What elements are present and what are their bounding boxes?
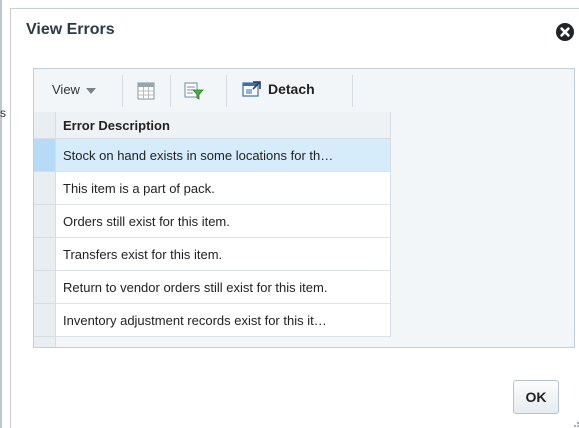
toolbar-separator [170,75,171,107]
resize-grip-icon[interactable] [571,417,579,428]
detach-label: Detach [268,81,315,97]
table-row[interactable]: Inventory adjustment records exist for t… [56,304,390,337]
view-errors-dialog: View Errors View Detach Error Descriptio… [10,8,579,428]
errors-table-area: Error Description Stock on hand exists i… [34,112,574,347]
table-row[interactable]: Stock on hand exists in some locations f… [56,139,390,172]
dialog-header: View Errors [11,9,579,49]
table-row[interactable]: Orders still exist for this item. [56,205,390,238]
table-row[interactable]: This item is a part of pack. [56,172,390,205]
row-header-gutter [34,112,56,347]
view-menu[interactable]: View [52,82,96,97]
background-page-edge [0,0,2,428]
row-header-cell[interactable] [34,238,55,271]
table-row[interactable]: Transfers exist for this item. [56,238,390,271]
table-rows: Stock on hand exists in some locations f… [56,139,390,337]
table-toolbar: View Detach [34,69,574,112]
column-header-error-description[interactable]: Error Description [56,112,390,139]
close-icon[interactable] [556,23,574,41]
row-header-cell[interactable] [34,139,55,172]
dialog-title: View Errors [26,21,115,38]
background-text-fragment: s [0,106,6,120]
row-header-cell[interactable] [34,172,55,205]
row-header-cell[interactable] [34,304,55,337]
gutter-header-cell [34,112,55,139]
detach-button[interactable]: Detach [242,80,315,98]
errors-panel: View Detach Error Description Stock on h… [33,68,575,348]
toolbar-separator [352,75,353,107]
query-by-example-icon[interactable] [183,81,205,101]
view-menu-label: View [52,82,80,97]
detach-icon [242,80,262,98]
errors-table: Error Description Stock on hand exists i… [55,112,391,337]
caret-down-icon [85,87,96,94]
row-header-cell[interactable] [34,205,55,238]
toolbar-separator [226,75,227,107]
table-row[interactable]: Return to vendor orders still exist for … [56,271,390,304]
freeze-columns-icon[interactable] [135,81,157,101]
ok-button[interactable]: OK [513,380,559,414]
row-header-cell[interactable] [34,271,55,304]
page: s View Errors View Detach Error Descript… [0,0,579,428]
toolbar-separator [122,75,123,107]
